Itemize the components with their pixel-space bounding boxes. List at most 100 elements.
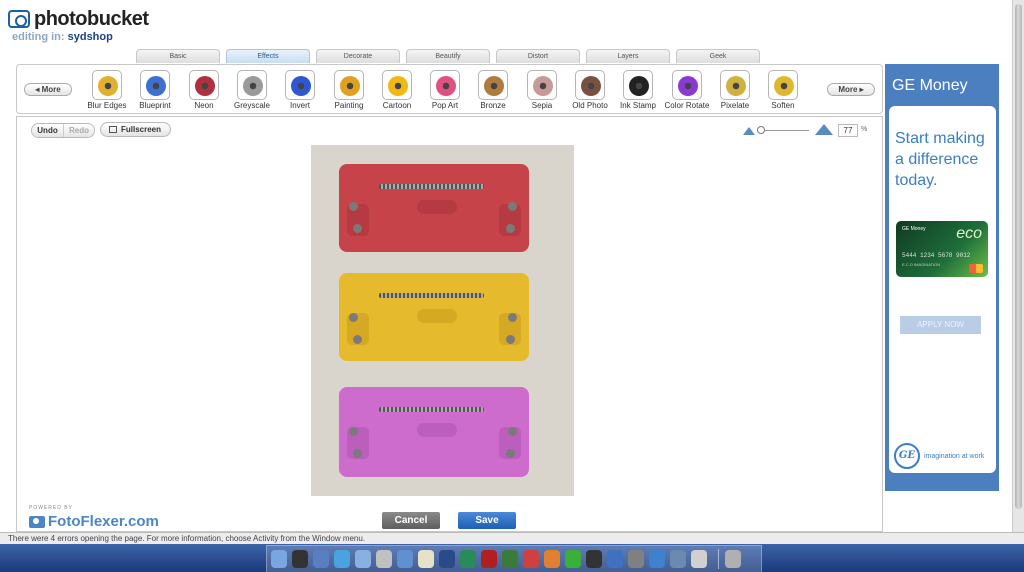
sepia-icon — [527, 70, 557, 100]
cartoon-icon — [382, 70, 412, 100]
effect-label: Soften — [771, 101, 795, 110]
dock-shelf — [266, 545, 762, 572]
logo-text: photobucket — [34, 7, 149, 30]
photoshop-icon[interactable] — [439, 550, 455, 568]
zoom-in-icon[interactable] — [815, 124, 833, 135]
network-icon[interactable] — [607, 550, 623, 568]
fotoflexer-logo[interactable]: FotoFlexer.com — [29, 513, 159, 530]
effect-label: Invert — [289, 101, 310, 110]
network2-icon[interactable] — [649, 550, 665, 568]
tab-layers[interactable]: Layers — [586, 49, 670, 63]
airport-icon[interactable] — [628, 550, 644, 568]
tab-distort[interactable]: Distort — [496, 49, 580, 63]
effect-greyscale[interactable]: Greyscale — [227, 70, 277, 114]
flash-icon[interactable] — [481, 550, 497, 568]
trash-icon[interactable] — [725, 550, 741, 568]
powered-by-label: POWERED BY — [29, 505, 73, 511]
apply-now-button[interactable]: APPLY NOW — [900, 316, 981, 334]
more-left-button[interactable]: ◂ More — [24, 83, 72, 96]
notes-icon[interactable] — [502, 550, 518, 568]
fullscreen-button[interactable]: Fullscreen — [100, 122, 171, 137]
ge-money-ad[interactable]: GE Money Start making a difference today… — [885, 64, 999, 491]
effect-sepia[interactable]: Sepia — [517, 70, 567, 114]
editing-info: editing in: sydshop — [12, 31, 113, 43]
effect-color-rotate[interactable]: Color Rotate — [662, 70, 712, 114]
effect-blueprint[interactable]: Blueprint — [130, 70, 180, 114]
greyscale-icon — [237, 70, 267, 100]
system-icon[interactable] — [376, 550, 392, 568]
chat-icon[interactable] — [544, 550, 560, 568]
effect-painting[interactable]: Painting — [324, 70, 374, 114]
zoom-slider-handle[interactable] — [757, 126, 765, 134]
arrow-right-icon: ▸ — [857, 85, 864, 94]
effect-old-photo[interactable]: Old Photo — [565, 70, 615, 114]
scrollbar-thumb[interactable] — [1015, 4, 1022, 509]
pop-art-icon — [430, 70, 460, 100]
zoom-value-field[interactable]: 77 — [838, 124, 858, 137]
effect-label: Pixelate — [720, 101, 750, 110]
fullscreen-icon — [109, 126, 117, 133]
dreamweaver-icon[interactable] — [460, 550, 476, 568]
more-right-button[interactable]: More ▸ — [827, 83, 875, 96]
undo-redo-group: Undo Redo — [31, 123, 95, 138]
ad-panel: Start making a difference today. GE Mone… — [889, 106, 996, 473]
textedit-icon[interactable] — [418, 550, 434, 568]
tab-beautify[interactable]: Beautify — [406, 49, 490, 63]
ad-tagline: imagination at work — [924, 453, 985, 460]
zoom-out-icon[interactable] — [743, 127, 755, 135]
effect-cartoon[interactable]: Cartoon — [372, 70, 422, 114]
card-number: 5444 1234 5678 9012 — [902, 252, 971, 259]
effect-label: Bronze — [480, 101, 506, 110]
preferences-icon[interactable] — [670, 550, 686, 568]
preview-icon[interactable] — [397, 550, 413, 568]
zoom-control: 77 % — [743, 123, 873, 137]
terminal-icon[interactable] — [586, 550, 602, 568]
effect-blur-edges[interactable]: Blur Edges — [82, 70, 132, 114]
effect-bronze[interactable]: Bronze — [468, 70, 518, 114]
photobucket-logo-icon — [8, 10, 30, 28]
photos-icon[interactable] — [691, 550, 707, 568]
undo-button[interactable]: Undo — [32, 124, 63, 137]
bronze-icon — [478, 70, 508, 100]
safari-icon[interactable] — [334, 550, 350, 568]
finder-icon[interactable] — [271, 550, 287, 568]
effect-label: Greyscale — [233, 101, 270, 110]
pixelate-icon — [720, 70, 750, 100]
tab-effects[interactable]: Effects — [226, 49, 310, 63]
effect-label: Ink Stamp — [619, 101, 656, 110]
effect-ink-stamp[interactable]: Ink Stamp — [613, 70, 663, 114]
effect-label: Blur Edges — [87, 101, 127, 110]
header: photobucket editing in: sydshop — [0, 0, 1010, 48]
photobucket-logo[interactable]: photobucket — [8, 8, 149, 30]
color-rotate-icon — [672, 70, 702, 100]
editing-user-link[interactable]: sydshop — [68, 31, 113, 43]
dashboard-icon[interactable] — [292, 550, 308, 568]
effect-neon[interactable]: Neon — [179, 70, 229, 114]
redo-button[interactable]: Redo — [63, 124, 94, 137]
mail-icon[interactable] — [313, 550, 329, 568]
calculator-icon[interactable] — [565, 550, 581, 568]
tab-basic[interactable]: Basic — [136, 49, 220, 63]
ad-headline: Start making a difference today. — [895, 130, 985, 189]
effect-pixelate[interactable]: Pixelate — [710, 70, 760, 114]
edited-photo[interactable] — [311, 145, 574, 496]
blueprint-icon — [140, 70, 170, 100]
purple-wallet — [339, 387, 529, 477]
effect-pop-art[interactable]: Pop Art — [420, 70, 470, 114]
save-button[interactable]: Save — [458, 512, 516, 529]
invert-icon — [285, 70, 315, 100]
card-label: GE Money — [902, 226, 926, 232]
itunes-icon[interactable] — [355, 550, 371, 568]
card-name: E.C.O IMAGINATION — [902, 262, 941, 267]
effect-label: Old Photo — [572, 101, 608, 110]
tab-decorate[interactable]: Decorate — [316, 49, 400, 63]
address-book-icon[interactable] — [523, 550, 539, 568]
effect-soften[interactable]: Soften — [758, 70, 808, 114]
page-scrollbar[interactable] — [1012, 0, 1024, 532]
cancel-button[interactable]: Cancel — [382, 512, 440, 529]
effect-invert[interactable]: Invert — [275, 70, 325, 114]
soften-icon — [768, 70, 798, 100]
tab-geek[interactable]: Geek — [676, 49, 760, 63]
more-left-label: More — [41, 85, 61, 94]
fotoflexer-brand: FotoFlexer.com — [48, 513, 159, 530]
